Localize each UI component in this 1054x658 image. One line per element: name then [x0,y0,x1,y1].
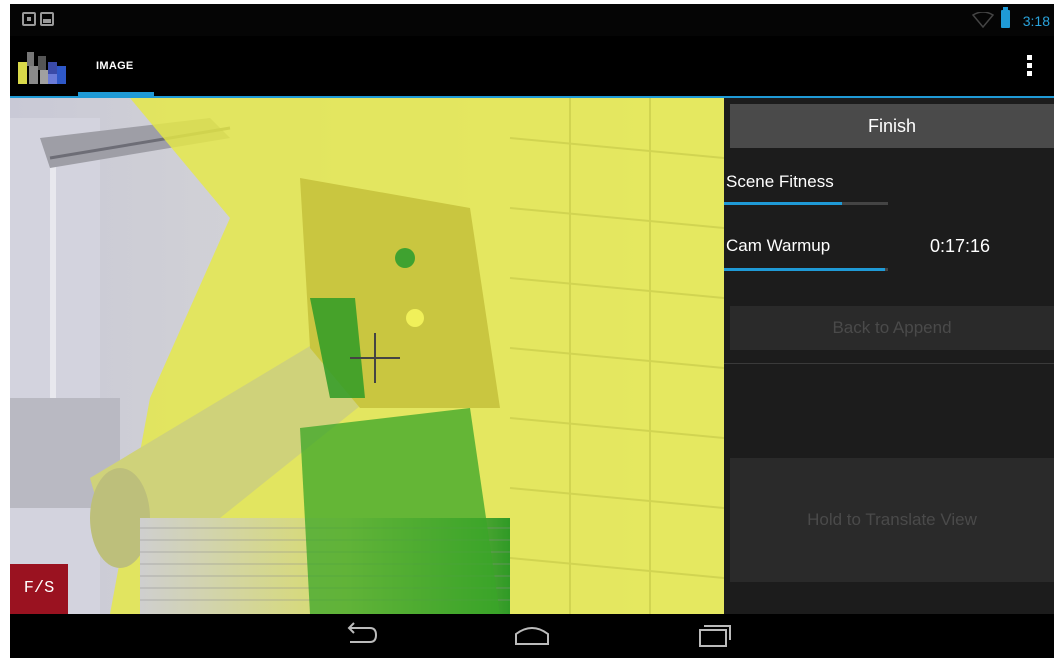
fs-button[interactable]: F/S [10,564,68,614]
control-panel: Finish Scene Fitness Cam Warmup 0:17:16 … [724,98,1054,614]
overflow-menu-icon[interactable] [1024,52,1034,82]
tablet-screen: 3:18 IMAGE F/S Finish Scene Fitness Cam … [10,4,1054,658]
status-bar: 3:18 [10,4,1054,36]
scene-fitness-label: Scene Fitness [726,172,834,191]
cam-warmup-progress [724,268,888,271]
hold-to-translate-view-button[interactable]: Hold to Translate View [730,458,1054,582]
tab-image[interactable]: IMAGE [78,36,154,96]
back-to-append-button[interactable]: Back to Append [730,306,1054,350]
finish-button[interactable]: Finish [730,104,1054,148]
camera-view[interactable]: F/S [10,98,724,614]
panel-divider [724,363,1054,364]
scene-fitness-progress-fill [724,202,843,205]
wifi-icon [972,12,994,28]
cam-warmup-progress-fill [724,268,885,271]
action-bar: IMAGE [10,36,1054,98]
home-icon[interactable] [512,620,552,650]
notification-icon [22,12,36,26]
tab-image-label: IMAGE [96,60,134,72]
scene-fitness-progress [724,202,888,205]
cam-warmup-timer: 0:17:16 [930,236,991,256]
navigation-bar [10,614,1054,658]
back-icon[interactable] [340,620,380,650]
battery-icon [1001,7,1010,28]
app-logo-icon[interactable] [18,48,74,88]
image-notification-icon [40,12,54,26]
tab-selected-indicator [78,92,154,96]
cam-warmup-label: Cam Warmup [726,236,831,255]
recent-apps-icon[interactable] [694,620,734,650]
camera-scene [10,98,724,614]
status-clock: 3:18 [1022,13,1050,29]
